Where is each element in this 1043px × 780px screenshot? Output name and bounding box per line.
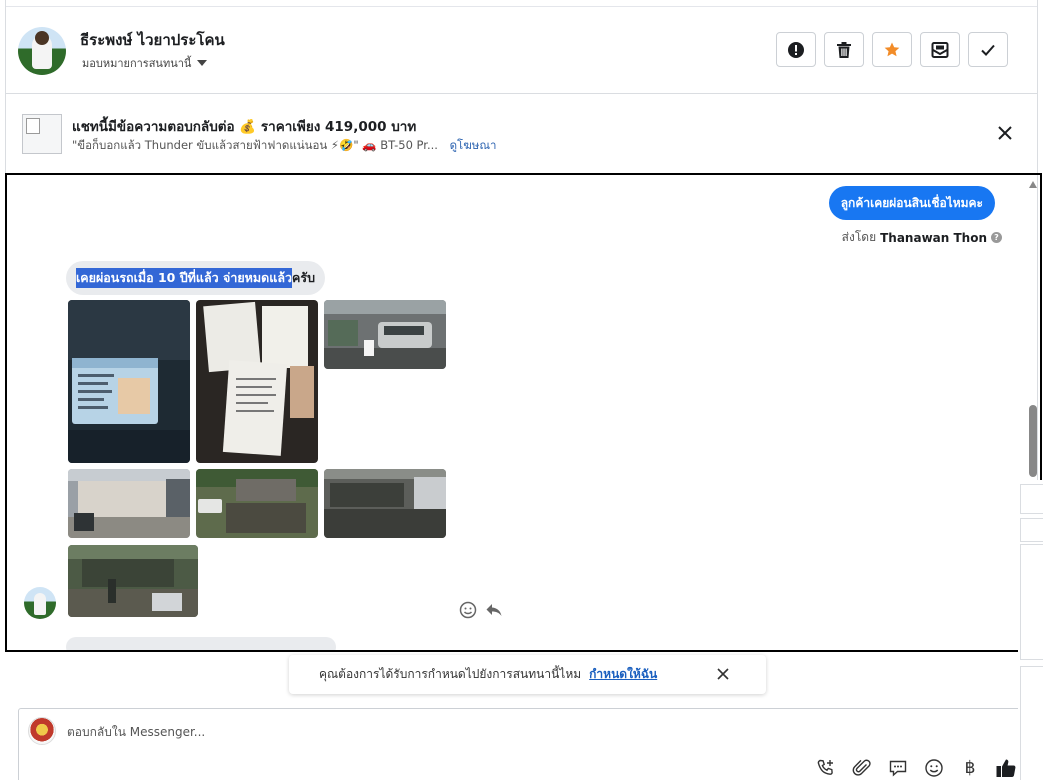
page-avatar — [28, 717, 56, 745]
message-actions — [459, 601, 503, 619]
next-message-peek — [66, 637, 336, 650]
side-item[interactable] — [1020, 484, 1043, 514]
emoji-button[interactable] — [923, 757, 945, 779]
photo-garage-car[interactable] — [324, 300, 446, 369]
photo-workshop[interactable] — [324, 469, 446, 538]
react-smiley-icon[interactable] — [459, 601, 477, 619]
saved-replies-button[interactable] — [887, 757, 909, 779]
contact-small-avatar[interactable] — [24, 587, 56, 619]
assign-dropdown[interactable]: มอบหมายการสนทนานี้ — [82, 54, 208, 72]
assign-prompt-text: คุณต้องการได้รับการกำหนดไปยังการสนทนานี้… — [319, 667, 582, 681]
thumbs-up-icon — [996, 759, 1016, 777]
side-panel-edge — [1018, 480, 1043, 780]
report-button[interactable] — [776, 32, 816, 67]
chat-bubble-icon — [889, 760, 907, 777]
chevron-down-icon — [197, 60, 208, 66]
header-actions — [776, 32, 1008, 67]
check-icon — [981, 44, 995, 56]
unselected-text: ครับ — [292, 270, 316, 285]
payment-button[interactable]: ฿ — [959, 757, 981, 779]
inbox-page: ธีระพงษ์ ไวยาประโคน มอบหมายการสนทนานี้ แ… — [0, 0, 1043, 780]
phone-plus-icon — [817, 759, 833, 775]
side-item[interactable] — [1020, 518, 1043, 542]
sent-by-line: ส่งโดย Thanawan Thon ? — [842, 228, 1002, 247]
scroll-up-arrow-icon[interactable] — [1029, 181, 1037, 188]
ad-context-banner: แชทนี้มีข้อความตอบกลับต่อ 💰 ราคาเพียง 41… — [6, 94, 1037, 172]
conversation-header: ธีระพงษ์ ไวยาประโคน มอบหมายการสนทนานี้ — [6, 6, 1037, 94]
star-button[interactable] — [872, 32, 912, 67]
delete-button[interactable] — [824, 32, 864, 67]
envelope-icon — [931, 41, 949, 58]
ad-subtitle: "ขีอก็บอกแล้ว Thunder ขับแล้วสายฟ้าฟาดแน… — [72, 137, 496, 155]
composer-tools: ฿ — [815, 757, 1017, 779]
ad-title: แชทนี้มีข้อความตอบกลับต่อ 💰 ราคาเพียง 41… — [72, 119, 417, 135]
photo-documents[interactable] — [196, 300, 318, 463]
mark-unread-button[interactable] — [920, 32, 960, 67]
incoming-message[interactable]: เคยผ่อนรถเมื่อ 10 ปีที่แล้ว จ่ายหมดแล้วค… — [66, 261, 326, 295]
side-item[interactable] — [1020, 666, 1043, 780]
photo-yard-wide[interactable] — [68, 545, 198, 617]
contact-name[interactable]: ธีระพงษ์ ไวยาประโคน — [80, 28, 225, 52]
alert-icon — [788, 41, 804, 58]
sender-name: Thanawan Thon — [880, 230, 987, 245]
attach-button[interactable] — [851, 757, 873, 779]
contact-avatar[interactable] — [18, 27, 66, 75]
ad-caption: "ขีอก็บอกแล้ว Thunder ขับแล้วสายฟ้าฟาดแน… — [72, 138, 438, 152]
message-thread[interactable]: ลูกค้าเคยผ่อนสินเชื่อไหมคะ ส่งโดย Thanaw… — [5, 173, 1042, 652]
reply-input[interactable] — [67, 725, 667, 739]
close-icon[interactable] — [716, 667, 730, 681]
assign-to-me-link[interactable]: กำหนดให้ฉัน — [589, 665, 657, 684]
reply-composer: ฿ — [18, 708, 1028, 780]
assign-label: มอบหมายการสนทนานี้ — [82, 57, 192, 70]
baht-icon: ฿ — [964, 758, 976, 778]
trash-icon — [837, 41, 851, 58]
side-item[interactable] — [1020, 544, 1043, 660]
selected-text: เคยผ่อนรถเมื่อ 10 ปีที่แล้ว จ่ายหมดแล้ว — [76, 268, 292, 288]
help-icon[interactable]: ? — [991, 232, 1002, 243]
paperclip-icon — [852, 759, 871, 776]
photo-house[interactable] — [68, 469, 190, 538]
scrollbar-thumb[interactable] — [1029, 405, 1037, 477]
close-icon[interactable] — [996, 124, 1014, 142]
like-button[interactable] — [995, 757, 1017, 779]
star-icon — [884, 42, 900, 56]
assign-prompt: คุณต้องการได้รับการกำหนดไปยังการสนทนานี้… — [289, 655, 766, 694]
sent-by-prefix: ส่งโดย — [841, 230, 877, 244]
outgoing-message[interactable]: ลูกค้าเคยผ่อนสินเชื่อไหมคะ — [828, 186, 995, 220]
done-button[interactable] — [968, 32, 1008, 67]
photo-id-card[interactable] — [68, 300, 190, 463]
view-ad-link[interactable]: ดูโฆษณา — [450, 138, 497, 152]
call-button[interactable] — [815, 757, 837, 779]
smiley-icon — [925, 759, 943, 777]
ad-thumbnail[interactable] — [22, 114, 62, 154]
reply-arrow-icon[interactable] — [485, 601, 503, 619]
photo-yard-vehicle[interactable] — [196, 469, 318, 538]
